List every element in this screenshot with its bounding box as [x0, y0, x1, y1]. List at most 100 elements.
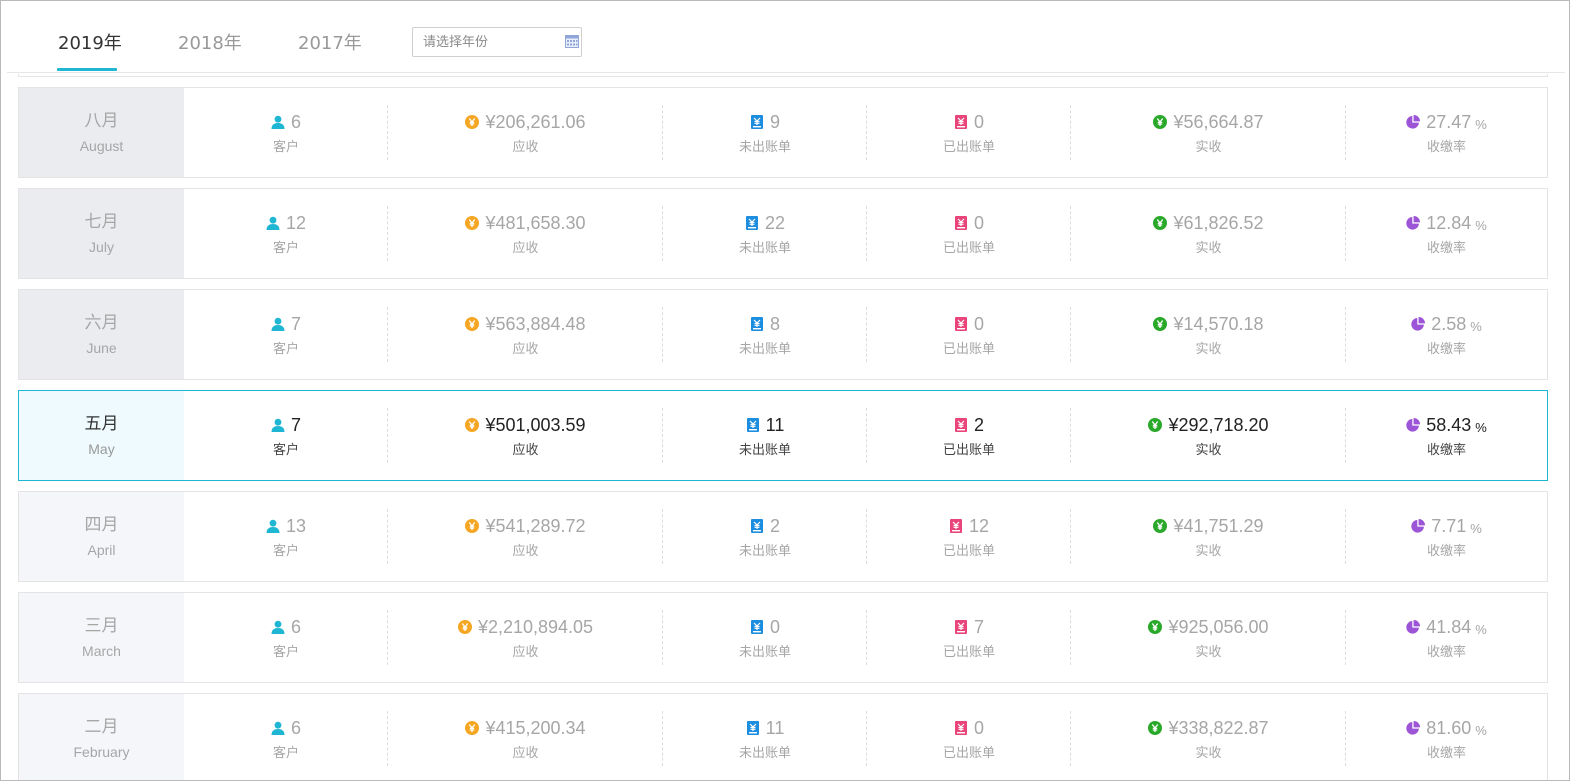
received-label: 实收 — [1195, 342, 1222, 357]
pie-chart-icon — [1406, 721, 1421, 735]
receivable-cell: ¥415,200.34 应收 — [388, 694, 663, 780]
percent-sign: % — [1475, 217, 1487, 233]
month-name-en: August — [79, 137, 124, 154]
month-row-february[interactable]: 二月 February 6 客户 ¥415,200.34 应收 11 未出账单 … — [18, 693, 1548, 780]
user-icon — [271, 317, 285, 331]
month-label-cell: 五月 May — [19, 391, 184, 480]
month-name-cn: 六月 — [84, 312, 119, 333]
month-row-august[interactable]: 八月 August 6 客户 ¥206,261.06 应收 9 未出账单 0 已… — [18, 87, 1548, 178]
month-row-july[interactable]: 七月 July 12 客户 ¥481,658.30 应收 22 未出账单 0 已… — [18, 188, 1548, 279]
received-label: 实收 — [1195, 645, 1222, 660]
received-cell: ¥338,822.87 实收 — [1071, 694, 1346, 780]
customers-value: 7 — [290, 313, 301, 334]
received-value: ¥56,664.87 — [1173, 111, 1264, 132]
unbilled-label: 未出账单 — [738, 544, 791, 559]
yen-coin-icon — [465, 519, 480, 533]
tab-2019[interactable]: 2019年 — [58, 29, 122, 55]
received-cell: ¥61,826.52 实收 — [1071, 189, 1346, 278]
calendar-icon[interactable] — [565, 35, 579, 48]
pie-chart-icon — [1406, 115, 1421, 129]
year-picker[interactable] — [412, 27, 582, 57]
received-label: 实收 — [1195, 746, 1222, 761]
unbilled-label: 未出账单 — [738, 241, 791, 256]
billed-cell: 12 已出账单 — [867, 492, 1071, 581]
month-name-cn: 三月 — [84, 615, 119, 636]
month-name-en: July — [89, 238, 114, 255]
received-value: ¥61,826.52 — [1173, 212, 1264, 233]
rate-value: 41.84 — [1426, 616, 1472, 637]
receivable-cell: ¥563,884.48 应收 — [388, 290, 663, 379]
receivable-value: ¥563,884.48 — [485, 313, 586, 334]
receivable-label: 应收 — [512, 746, 539, 761]
month-row-march[interactable]: 三月 March 6 客户 ¥2,210,894.05 应收 0 未出账单 7 … — [18, 592, 1548, 683]
received-coin-icon — [1148, 620, 1163, 634]
customers-value: 6 — [290, 111, 301, 132]
billed-bill-icon — [954, 418, 968, 432]
year-picker-input[interactable] — [413, 28, 563, 56]
unbilled-cell: 9 未出账单 — [663, 88, 867, 177]
month-row-june[interactable]: 六月 June 7 客户 ¥563,884.48 应收 8 未出账单 0 已出账… — [18, 289, 1548, 380]
customers-value: 6 — [290, 616, 301, 637]
receivable-cell: ¥541,289.72 应收 — [388, 492, 663, 581]
unbilled-label: 未出账单 — [738, 443, 791, 458]
previous-row-edge — [18, 74, 1548, 77]
rate-value: 81.60 — [1426, 717, 1472, 738]
unbilled-value: 0 — [769, 616, 780, 637]
received-value: ¥41,751.29 — [1173, 515, 1264, 536]
unbilled-label: 未出账单 — [738, 342, 791, 357]
unbilled-value: 11 — [765, 717, 785, 738]
unbilled-cell: 11 未出账单 — [663, 391, 867, 480]
received-label: 实收 — [1195, 140, 1222, 155]
received-label: 实收 — [1195, 544, 1222, 559]
percent-sign: % — [1470, 520, 1482, 536]
tab-2017[interactable]: 2017年 — [298, 29, 362, 55]
billed-value: 0 — [973, 313, 984, 334]
customers-value: 13 — [285, 515, 307, 536]
month-name-cn: 七月 — [84, 211, 119, 232]
receivable-value: ¥415,200.34 — [485, 717, 586, 738]
customers-cell: 7 客户 — [184, 290, 388, 379]
billed-cell: 0 已出账单 — [867, 88, 1071, 177]
receivable-label: 应收 — [512, 241, 539, 256]
billed-cell: 0 已出账单 — [867, 290, 1071, 379]
month-label-cell: 七月 July — [19, 189, 184, 278]
month-row-may[interactable]: 五月 May 7 客户 ¥501,003.59 应收 11 未出账单 2 已出账… — [18, 390, 1548, 481]
customers-cell: 6 客户 — [184, 593, 388, 682]
month-name-en: March — [82, 642, 121, 659]
billed-value: 0 — [973, 717, 984, 738]
billed-label: 已出账单 — [942, 443, 995, 458]
rate-cell: 58.43 % 收缴率 — [1346, 391, 1547, 480]
month-name-en: April — [87, 541, 116, 558]
percent-sign: % — [1475, 621, 1487, 637]
user-icon — [271, 721, 285, 735]
month-row-april[interactable]: 四月 April 13 客户 ¥541,289.72 应收 2 未出账单 12 … — [18, 491, 1548, 582]
customers-value: 6 — [290, 717, 301, 738]
rate-label: 收缴率 — [1426, 443, 1466, 458]
receivable-cell: ¥481,658.30 应收 — [388, 189, 663, 278]
year-tabs-header: 2019年 2018年 2017年 — [7, 7, 1565, 73]
pie-chart-icon — [1406, 216, 1421, 230]
unbilled-value: 8 — [769, 313, 780, 334]
unbilled-cell: 2 未出账单 — [663, 492, 867, 581]
received-label: 实收 — [1195, 443, 1222, 458]
billed-label: 已出账单 — [942, 544, 995, 559]
month-name-en: May — [88, 440, 115, 457]
unbilled-bill-icon — [750, 620, 764, 634]
yen-coin-icon — [465, 721, 480, 735]
rate-cell: 27.47 % 收缴率 — [1346, 88, 1547, 177]
unbilled-label: 未出账单 — [738, 645, 791, 660]
month-name-cn: 四月 — [84, 514, 119, 535]
app-frame: 2019年 2018年 2017年 八月 August — [0, 0, 1570, 781]
receivable-label: 应收 — [512, 140, 539, 155]
received-value: ¥925,056.00 — [1168, 616, 1269, 637]
receivable-value: ¥541,289.72 — [485, 515, 586, 536]
billed-bill-icon — [954, 317, 968, 331]
received-cell: ¥41,751.29 实收 — [1071, 492, 1346, 581]
user-icon — [266, 216, 280, 230]
month-name-en: February — [73, 743, 130, 760]
month-list[interactable]: 八月 August 6 客户 ¥206,261.06 应收 9 未出账单 0 已… — [18, 74, 1548, 780]
received-coin-icon — [1148, 721, 1163, 735]
unbilled-bill-icon — [746, 721, 760, 735]
tab-2018[interactable]: 2018年 — [178, 29, 242, 55]
user-icon — [271, 115, 285, 129]
